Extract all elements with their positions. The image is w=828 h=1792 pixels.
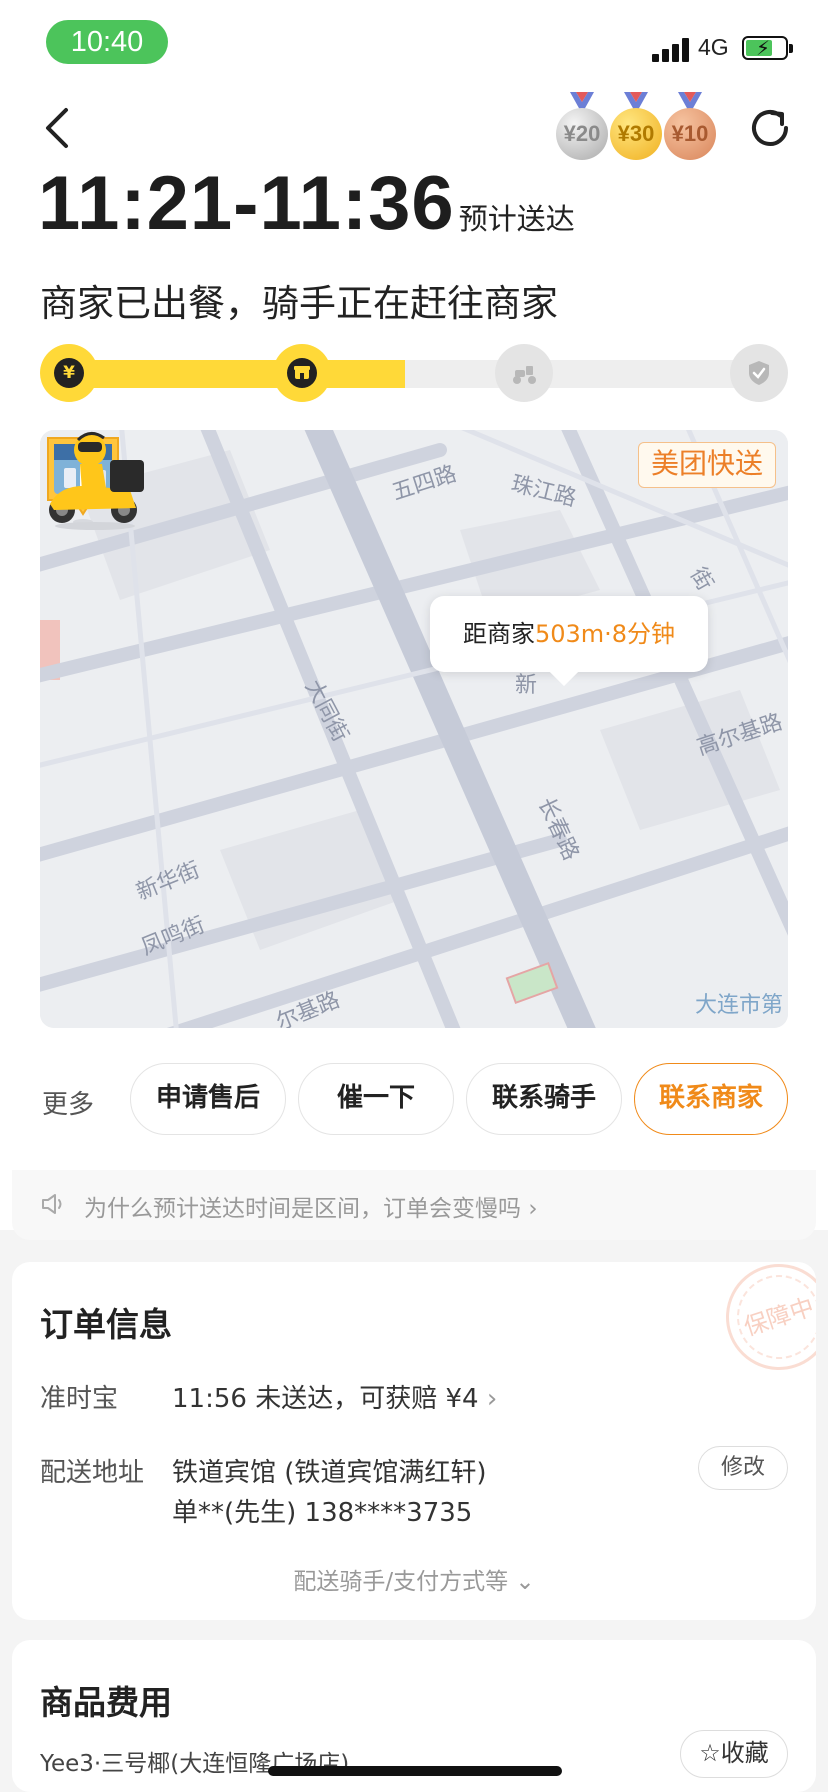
address-label: 配送地址: [40, 1458, 145, 1488]
expand-label: 配送骑手/支付方式等: [293, 1569, 509, 1595]
order-info-card: 保障中 订单信息 准时宝 11:56 未送达，可获赔 ¥4 › 配送地址 铁道宾…: [12, 1262, 816, 1620]
step-shop-icon: [273, 344, 331, 402]
home-indicator[interactable]: [268, 1766, 562, 1776]
chevron-right-icon: ›: [486, 1384, 498, 1414]
cost-title: 商品费用: [40, 1683, 172, 1722]
after-sale-button[interactable]: 申请售后: [130, 1063, 286, 1135]
signal-icon: [652, 36, 694, 62]
medal-label: ¥10: [664, 108, 716, 160]
address-line2: 单**(先生) 138****3735: [172, 1498, 473, 1528]
distance-prefix: 距商家: [462, 620, 535, 648]
distance-bubble: 距商家503m·8分钟: [430, 596, 708, 672]
speaker-icon: [42, 1194, 62, 1214]
eta-label: 预计送达: [458, 202, 575, 236]
reward-medals[interactable]: ¥20 ¥30 ¥10: [556, 92, 718, 164]
map-brand-badge: 美团快送: [637, 442, 776, 488]
medal-bronze-icon: ¥10: [664, 92, 716, 162]
contact-merchant-button[interactable]: 联系商家: [634, 1063, 788, 1135]
progress-fill: [60, 360, 405, 388]
medal-label: ¥20: [556, 108, 608, 160]
step-check-icon: [730, 344, 788, 402]
address-line1: 铁道宾馆 (铁道宾馆满红轩): [172, 1458, 487, 1488]
svg-text:新: 新: [515, 673, 537, 698]
urge-button[interactable]: 催一下: [298, 1063, 454, 1135]
order-info-title: 订单信息: [40, 1305, 172, 1344]
ontime-value-link[interactable]: 11:56 未送达，可获赔 ¥4 ›: [172, 1378, 497, 1415]
status-bar: 10:40 4G ⚡: [0, 0, 828, 76]
status-time: 10:40: [46, 20, 168, 64]
contact-rider-button[interactable]: 联系骑手: [466, 1063, 622, 1135]
medal-label: ¥30: [610, 108, 662, 160]
svg-text:大连市第: 大连市第: [695, 993, 783, 1018]
expand-details[interactable]: 配送骑手/支付方式等 ⌄: [12, 1562, 816, 1596]
ontime-label: 准时宝: [40, 1384, 119, 1414]
step-scooter-icon: [495, 344, 553, 402]
network-type: 4G: [698, 34, 729, 60]
refresh-icon[interactable]: [746, 104, 794, 152]
star-icon: ☆: [699, 1739, 721, 1767]
favorite-button[interactable]: ☆收藏: [680, 1730, 788, 1778]
more-actions[interactable]: 更多: [42, 1084, 94, 1121]
rider-icon: [49, 432, 144, 530]
step-yuan-icon: ¥: [40, 344, 98, 402]
modify-address-button[interactable]: 修改: [698, 1446, 788, 1490]
battery-icon: ⚡: [742, 36, 793, 60]
medal-silver-icon: ¥20: [556, 92, 608, 162]
back-icon[interactable]: [38, 104, 78, 152]
order-status-text: 商家已出餐，骑手正在赶往商家: [40, 282, 558, 325]
notice-text: 为什么预计送达时间是区间，订单会变慢吗: [84, 1196, 521, 1222]
eta-time-range: 11:21-11:36: [38, 161, 455, 246]
chevron-down-icon: ⌄: [515, 1569, 535, 1595]
delivery-progress: ¥: [40, 344, 788, 402]
eta-notice[interactable]: 为什么预计送达时间是区间，订单会变慢吗 ›: [12, 1170, 816, 1240]
chevron-right-icon: ›: [528, 1196, 538, 1222]
map-streets: 五四路 珠江路 大同街 长春路 高尔基路 新华街 凤鸣街 尔基路 街 新 大连市…: [40, 430, 788, 1028]
favorite-label: 收藏: [720, 1739, 769, 1767]
guarantee-stamp: 保障中: [712, 1262, 816, 1384]
delivery-map[interactable]: 五四路 珠江路 大同街 长春路 高尔基路 新华街 凤鸣街 尔基路 街 新 大连市…: [40, 430, 788, 1028]
medal-gold-icon: ¥30: [610, 92, 662, 162]
distance-value: 503m·8分钟: [534, 620, 676, 648]
ontime-value: 11:56 未送达，可获赔 ¥4: [172, 1384, 479, 1414]
eta-block: 11:21-11:36 预计送达: [38, 160, 575, 247]
